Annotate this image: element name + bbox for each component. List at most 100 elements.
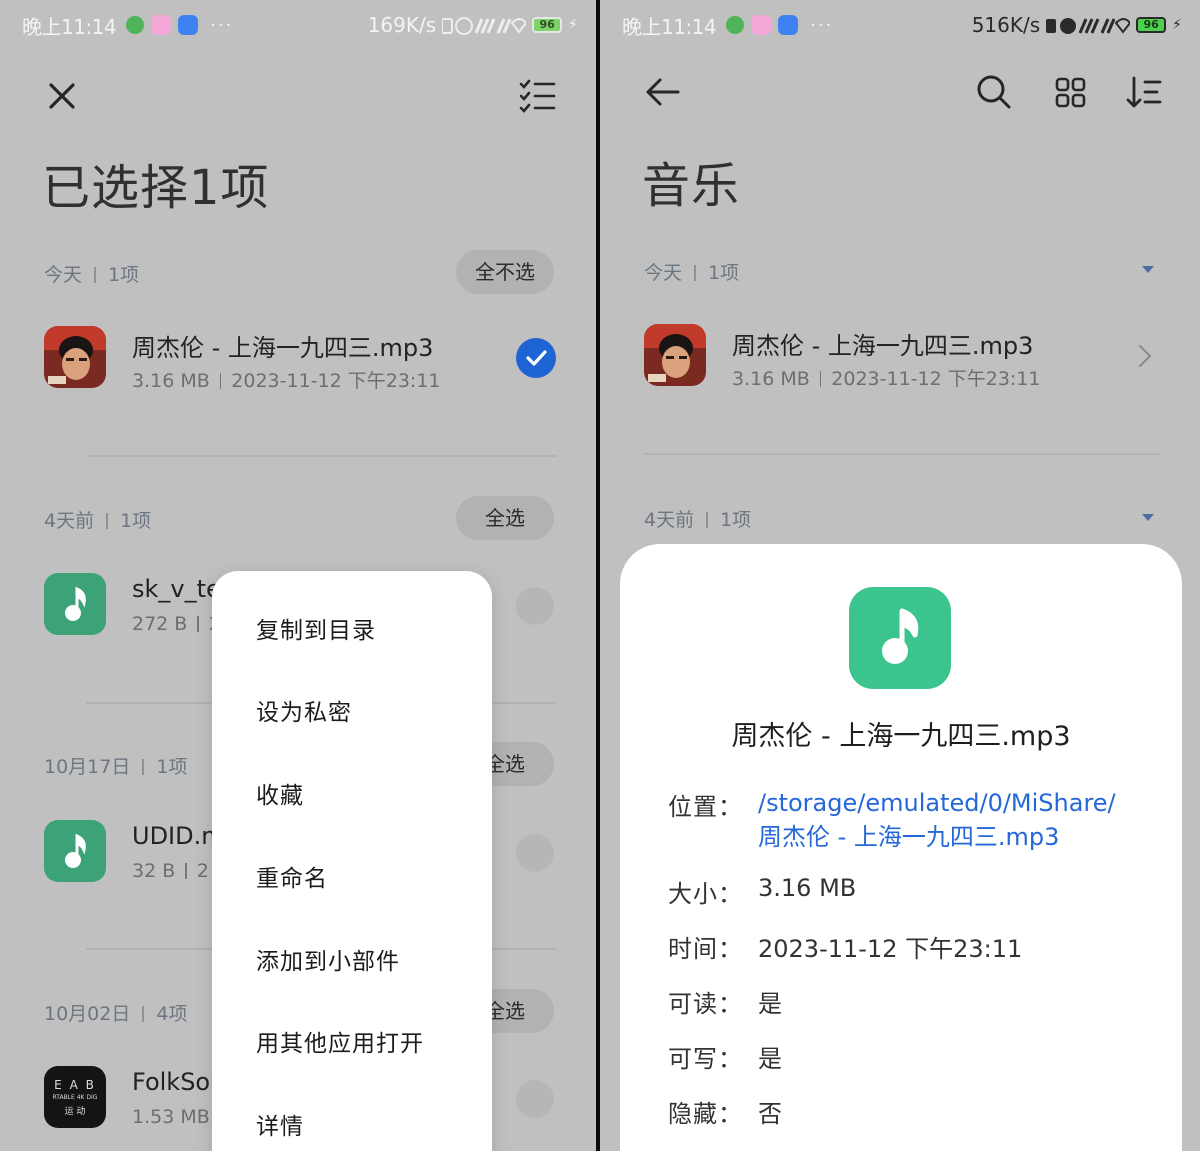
file-date: 2023-11-12 下午23:11: [831, 368, 1041, 390]
selection-screen: 晚上11:14 ··· 169K/s 96 ⚡ 已选择1项 今天 1项 全不选 …: [0, 0, 596, 1151]
location-path-line: /storage/emulated/0/MiShare/: [758, 789, 1116, 817]
app-notification-icon: [151, 15, 172, 35]
network-speed: 169K/s: [367, 13, 437, 37]
selected-checkbox[interactable]: [516, 338, 556, 378]
menu-item-details[interactable]: 详情: [256, 1107, 304, 1141]
readable-value: 是: [758, 990, 782, 1018]
separator: [142, 1006, 145, 1022]
section-count: 1项: [156, 756, 188, 778]
separator: [706, 512, 709, 528]
menu-item-copy-to-folder[interactable]: 复制到目录: [256, 611, 376, 645]
music-file-icon: [44, 573, 106, 635]
music-file-icon: [849, 587, 951, 689]
menu-item-favorite[interactable]: 收藏: [256, 776, 304, 810]
separator: [94, 267, 97, 283]
grid-view-icon[interactable]: [1046, 68, 1094, 116]
signal-wifi-icons: [1046, 18, 1131, 34]
location-path[interactable]: /storage/emulated/0/MiShare/ 周杰伦 - 上海一九四…: [758, 786, 1158, 854]
charging-icon: ⚡: [568, 17, 578, 33]
file-name: UDID.m: [132, 822, 225, 850]
network-speed: 516K/s: [971, 13, 1041, 37]
checklist-icon[interactable]: [514, 72, 562, 120]
music-file-icon: [44, 820, 106, 882]
chevron-right-icon[interactable]: [1138, 344, 1152, 368]
menu-item-add-widget[interactable]: 添加到小部件: [256, 942, 400, 976]
album-art: [644, 324, 706, 386]
file-date: 2023-11-12 下午23:11: [231, 370, 441, 392]
location-label: 位置：: [668, 793, 743, 821]
separator: [106, 513, 109, 529]
status-time: 晚上11:14: [22, 14, 117, 39]
app-notification-icon-2: [778, 15, 799, 35]
status-time: 晚上11:14: [622, 14, 717, 39]
file-size: 3.16 MB: [132, 370, 210, 392]
unselected-checkbox[interactable]: [516, 1080, 554, 1118]
section-header-oct02: 10月02日 4项: [44, 999, 187, 1026]
divider: [86, 455, 556, 457]
status-bar: 晚上11:14 ··· 169K/s 96 ⚡: [22, 10, 578, 40]
menu-item-rename[interactable]: 重命名: [256, 859, 328, 893]
unselected-checkbox[interactable]: [516, 587, 554, 625]
file-name: sk_v_te: [132, 575, 221, 603]
back-arrow-icon[interactable]: [638, 68, 686, 116]
divider: [644, 453, 1160, 455]
unselected-checkbox[interactable]: [516, 834, 554, 872]
search-icon[interactable]: [970, 68, 1018, 116]
music-folder-screen: 晚上11:14 ··· 516K/s 96 ⚡ 音乐 今天 1项 周杰伦 - 上…: [600, 0, 1200, 1151]
file-row[interactable]: 周杰伦 - 上海一九四三.mp3 3.16 MB 2023-11-12 下午23:…: [644, 324, 1160, 394]
file-size: 32 B: [132, 860, 176, 882]
separator: [185, 863, 187, 879]
section-header-4days: 4天前 1项: [644, 505, 751, 532]
file-name: 周杰伦 - 上海一九四三.mp3: [132, 334, 434, 362]
file-size: 1.53 MB: [132, 1106, 210, 1128]
writable-label: 可写：: [668, 1045, 743, 1073]
size-label: 大小：: [668, 880, 743, 908]
separator: [219, 373, 222, 389]
charging-icon: ⚡: [1172, 17, 1182, 33]
file-details-sheet: 周杰伦 - 上海一九四三.mp3 位置： /storage/emulated/0…: [620, 544, 1182, 1151]
page-title: 音乐: [642, 158, 741, 214]
file-thumbnail: E A B RTABLE 4K DIG 运 动: [44, 1066, 106, 1128]
collapse-arrow-icon[interactable]: [1142, 266, 1154, 273]
time-label: 时间：: [668, 935, 743, 963]
separator: [694, 265, 697, 281]
separator: [819, 371, 822, 387]
select-all-button[interactable]: 全选: [456, 496, 554, 540]
details-file-name: 周杰伦 - 上海一九四三.mp3: [731, 721, 1071, 752]
section-date: 10月02日: [44, 1003, 131, 1025]
file-meta: 1.53 MB: [132, 1106, 210, 1128]
umbrella-icon: [726, 16, 745, 34]
file-meta: 3.16 MB 2023-11-12 下午23:11: [132, 366, 441, 393]
check-icon: [526, 350, 547, 366]
file-name: 周杰伦 - 上海一九四三.mp3: [732, 332, 1034, 360]
thumb-text: RTABLE 4K DIG: [52, 1094, 98, 1101]
thumb-text: 运 动: [64, 1107, 86, 1117]
section-count: 1项: [108, 264, 140, 286]
menu-item-set-private[interactable]: 设为私密: [256, 693, 352, 727]
hidden-value: 否: [758, 1100, 782, 1128]
section-count: 4项: [156, 1003, 188, 1025]
section-count: 1项: [720, 509, 752, 531]
deselect-all-button[interactable]: 全不选: [456, 250, 554, 294]
separator: [197, 616, 199, 632]
sort-icon[interactable]: [1120, 68, 1168, 116]
collapse-arrow-icon[interactable]: [1142, 514, 1154, 521]
file-meta: 32 B 2: [132, 860, 209, 882]
status-bar: 晚上11:14 ··· 516K/s 96 ⚡: [622, 10, 1182, 40]
section-count: 1项: [120, 510, 152, 532]
file-name: FolkSo: [132, 1068, 211, 1096]
battery-icon: 96: [1136, 17, 1167, 33]
section-date: 今天: [44, 264, 83, 286]
file-row[interactable]: 周杰伦 - 上海一九四三.mp3 3.16 MB 2023-11-12 下午23:…: [44, 326, 556, 396]
file-size: 3.16 MB: [732, 368, 810, 390]
separator: [142, 759, 145, 775]
section-header-4days: 4天前 1项: [44, 506, 151, 533]
menu-item-open-with[interactable]: 用其他应用打开: [256, 1024, 424, 1058]
close-icon[interactable]: [38, 72, 86, 120]
section-date: 4天前: [44, 510, 95, 532]
more-notifications-icon: ···: [810, 14, 834, 36]
thumb-text: E A B: [54, 1078, 96, 1092]
album-art: [44, 326, 106, 388]
file-date: 2: [196, 860, 209, 882]
context-menu: 复制到目录 设为私密 收藏 重命名 添加到小部件 用其他应用打开 详情: [212, 571, 492, 1151]
